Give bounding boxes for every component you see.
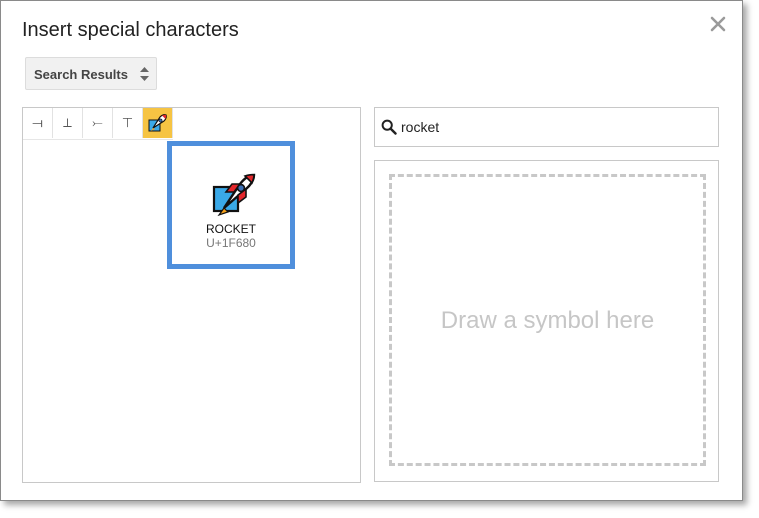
- search-input[interactable]: [401, 116, 701, 138]
- rocket-icon: [148, 114, 167, 132]
- recent-character[interactable]: ⟂: [53, 108, 83, 138]
- recent-character[interactable]: ⤚: [83, 108, 113, 138]
- rocket-icon: [210, 172, 256, 223]
- search-icon: [381, 119, 397, 140]
- dialog-title: Insert special characters: [22, 19, 239, 41]
- category-dropdown-label: Search Results: [34, 67, 128, 82]
- character-name: ROCKET: [205, 222, 256, 236]
- close-icon: [710, 16, 726, 32]
- close-button[interactable]: [707, 13, 729, 35]
- category-dropdown[interactable]: Search Results: [25, 57, 157, 90]
- search-box: [374, 107, 719, 147]
- updown-arrows-icon: [140, 67, 149, 84]
- result-tile-rocket[interactable]: ROCKET U+1F680: [167, 141, 295, 269]
- recent-character[interactable]: ⟞: [23, 108, 53, 138]
- character-codepoint: U+1F680: [206, 236, 256, 250]
- draw-hint: Draw a symbol here: [440, 307, 655, 334]
- recent-character[interactable]: ⊤: [113, 108, 143, 138]
- draw-panel: Draw a symbol here: [374, 160, 719, 482]
- results-panel: ⟞ ⟂ ⤚ ⊤ ROCKET U+1F680: [22, 107, 361, 483]
- insert-special-characters-dialog: Insert special characters Search Results…: [0, 0, 743, 501]
- recent-character-rocket[interactable]: [143, 108, 173, 138]
- draw-symbol-canvas[interactable]: Draw a symbol here: [389, 174, 706, 466]
- recent-characters-row: ⟞ ⟂ ⤚ ⊤: [23, 108, 173, 140]
